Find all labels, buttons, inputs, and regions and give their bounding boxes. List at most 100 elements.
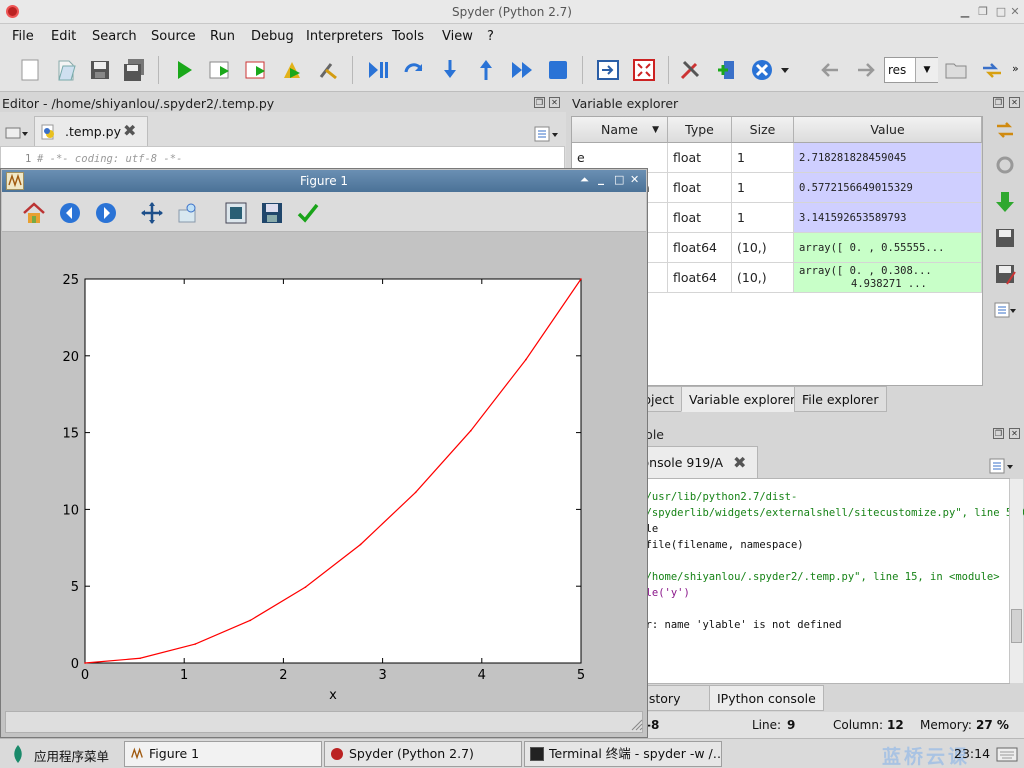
line-chart[interactable]: 0 1 2 3 4 5 0 5 10 15 20 25 x (1, 233, 647, 709)
terminal-task-icon (530, 747, 544, 761)
scrollbar-thumb[interactable] (1011, 609, 1022, 643)
task-terminal[interactable]: Terminal 终端 - spyder -w /… (524, 741, 722, 767)
data-point (414, 491, 417, 494)
refresh-icon[interactable] (993, 118, 1017, 142)
save-figure-icon[interactable] (260, 201, 284, 225)
pythonpath-icon[interactable] (714, 58, 738, 82)
menu-tools[interactable]: Tools (392, 29, 424, 44)
spyder-tools-icon[interactable] (750, 58, 774, 82)
save-all-icon[interactable] (122, 58, 146, 82)
code-editor[interactable]: 1 # -*- coding: utf-8 -*- (0, 146, 565, 170)
home-icon[interactable] (22, 201, 46, 225)
varexp-close-icon[interactable]: ✕ (1009, 97, 1020, 108)
editor-undock-icon[interactable]: ❐ (534, 97, 545, 108)
task-spyder[interactable]: Spyder (Python 2.7) (324, 741, 522, 767)
rerun-icon[interactable] (244, 58, 268, 82)
new-file-icon[interactable] (18, 58, 42, 82)
run-config-icon[interactable] (208, 58, 232, 82)
stop-debug-icon[interactable] (546, 58, 570, 82)
column-header-name[interactable]: Name ▼ (572, 117, 668, 143)
console-undock-icon[interactable]: ❐ (993, 428, 1004, 439)
keyboard-icon[interactable] (996, 745, 1018, 763)
close-tab-icon[interactable]: ✖ (123, 121, 136, 140)
x-tick-label: 4 (478, 668, 486, 683)
step-return-icon[interactable] (474, 58, 498, 82)
editor-options-icon[interactable] (533, 124, 561, 144)
console-scrollbar[interactable] (1009, 479, 1023, 683)
variable-settings-icon[interactable] (993, 153, 1017, 177)
window-restore-icon[interactable]: ❐ (976, 5, 990, 19)
tab-variable-explorer[interactable]: Variable explorer (681, 386, 804, 412)
run-selection-icon[interactable] (280, 58, 304, 82)
console-close-icon[interactable]: ✕ (1009, 428, 1020, 439)
var-value: array([ 0. , 0.308... 4.938271 ... (794, 263, 982, 293)
var-value: 2.718281828459045 (794, 143, 982, 173)
toolbar-overflow-icon[interactable]: » (1012, 62, 1019, 75)
pan-icon[interactable] (140, 201, 164, 225)
combo-arrow-icon[interactable]: ▼ (915, 58, 938, 82)
app-menu-label[interactable]: 应用程序菜单 (34, 746, 109, 765)
menu-file[interactable]: File (12, 29, 34, 44)
step-icon[interactable] (402, 58, 426, 82)
resize-grip-icon[interactable] (629, 717, 643, 731)
menu-debug[interactable]: Debug (251, 29, 294, 44)
window-minimize-icon[interactable]: ▁ (958, 5, 972, 19)
maximize-pane-icon[interactable] (596, 58, 620, 82)
column-header-size[interactable]: Size (732, 117, 794, 143)
run-icon[interactable] (172, 58, 196, 82)
menu-search[interactable]: Search (92, 29, 137, 44)
console-output[interactable]: File "/usr/lib/python2.7/dist-packages/s… (595, 478, 1024, 684)
working-directory-combo[interactable]: res ▼ (884, 57, 938, 83)
column-header-type[interactable]: Type (668, 117, 732, 143)
step-into-icon[interactable] (438, 58, 462, 82)
preferences-icon[interactable] (678, 58, 702, 82)
close-console-tab-icon[interactable]: ✖ (733, 453, 746, 472)
zoom-rect-icon[interactable] (176, 201, 200, 225)
tab-ipython-console[interactable]: IPython console (709, 685, 824, 711)
figure-close-icon[interactable]: ✕ (630, 173, 639, 186)
open-file-icon[interactable] (54, 58, 78, 82)
browse-folder-icon[interactable] (944, 58, 968, 82)
tab-file-explorer[interactable]: File explorer (794, 386, 887, 412)
edit-axes-icon[interactable] (296, 201, 320, 225)
editor-file-tab[interactable]: .temp.py ✖ (34, 116, 148, 146)
menu-view[interactable]: View (442, 29, 473, 44)
window-close-icon[interactable]: ✕ (1008, 5, 1022, 19)
forward-icon[interactable] (94, 201, 118, 225)
save-data-as-icon[interactable] (993, 262, 1017, 286)
change-dir-icon[interactable] (980, 58, 1004, 82)
fullscreen-icon[interactable] (632, 58, 656, 82)
continue-icon[interactable] (510, 58, 534, 82)
editor-close-icon[interactable]: ✕ (549, 97, 560, 108)
menu-interpreters[interactable]: Interpreters (306, 29, 383, 44)
column-header-value[interactable]: Value (794, 117, 982, 143)
menu-source[interactable]: Source (151, 29, 196, 44)
varexp-options-icon[interactable] (993, 298, 1017, 322)
back-arrow-icon[interactable] (818, 58, 842, 82)
varexp-undock-icon[interactable]: ❐ (993, 97, 1004, 108)
save-data-icon[interactable] (993, 226, 1017, 250)
figure-shade-icon[interactable]: ⏶ (580, 173, 589, 187)
browse-tabs-icon[interactable] (4, 122, 30, 142)
menu-run[interactable]: Run (210, 29, 235, 44)
figure-titlebar[interactable]: Figure 1 ⏶ _ □ ✕ (2, 170, 646, 192)
forward-arrow-icon[interactable] (854, 58, 878, 82)
figure-maximize-icon[interactable]: □ (614, 173, 624, 186)
data-point (359, 543, 362, 546)
console-options-icon[interactable] (988, 456, 1016, 476)
configure-subplots-icon[interactable] (224, 201, 248, 225)
save-icon[interactable] (88, 58, 112, 82)
task-figure-1[interactable]: Figure 1 (124, 741, 322, 767)
run-tools-icon[interactable] (316, 58, 340, 82)
menu-edit[interactable]: Edit (51, 29, 76, 44)
import-data-icon[interactable] (993, 190, 1017, 214)
debug-icon[interactable] (366, 58, 390, 82)
back-icon[interactable] (58, 201, 82, 225)
menu-help[interactable]: ? (487, 29, 494, 44)
figure-minimize-icon[interactable]: _ (598, 171, 604, 185)
app-menu-icon[interactable] (10, 744, 26, 764)
var-size: 1 (732, 203, 794, 233)
var-value: 0.5772156649015329 (794, 173, 982, 203)
window-maximize-icon[interactable]: □ (994, 5, 1008, 19)
dropdown-arrow-icon[interactable] (778, 58, 792, 82)
